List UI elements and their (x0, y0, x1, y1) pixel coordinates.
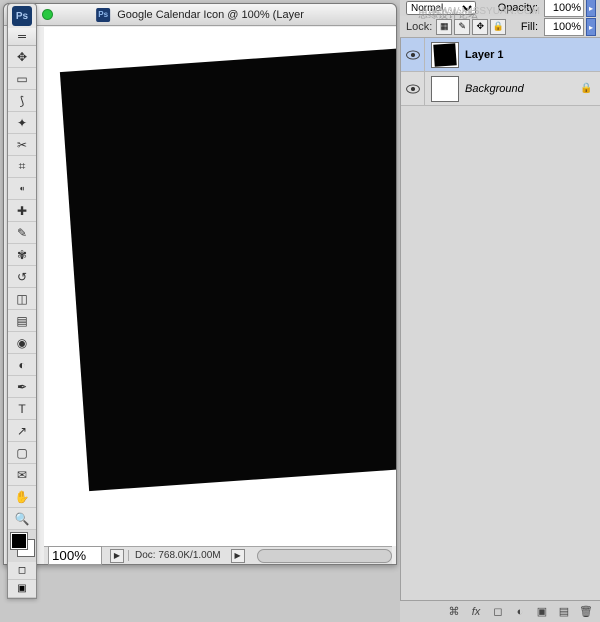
lock-icon: 🔒 (580, 83, 594, 94)
layers-panel: Layer 1 Background 🔒 (400, 38, 600, 610)
new-layer-button[interactable]: ▤ (554, 604, 574, 620)
eye-icon (406, 50, 420, 60)
layer-visibility-toggle[interactable] (401, 38, 425, 71)
delete-layer-button[interactable]: 🗑 (576, 604, 596, 620)
layer-visibility-toggle[interactable] (401, 72, 425, 105)
palette-grip[interactable]: ═ (8, 28, 36, 46)
layer-name-label[interactable]: Background (465, 83, 580, 95)
screen-mode-toggle[interactable]: ▣ (8, 580, 36, 598)
tool-pen[interactable]: ✒ (8, 376, 36, 398)
tool-stamp[interactable]: ✾ (8, 244, 36, 266)
status-flyout-button[interactable]: ▶ (231, 549, 245, 563)
lock-all-button[interactable]: 🔒 (490, 19, 506, 35)
watermark-text-url: WWW.MISSYUAN.COM (431, 6, 540, 17)
document-window: Ps Google Calendar Icon @ 100% (Layer ▶ … (3, 3, 397, 565)
tool-eyedropper[interactable]: ⁌ (8, 178, 36, 200)
lock-label: Lock: (406, 21, 432, 33)
tool-slice[interactable]: ⌗ (8, 156, 36, 178)
layer-mask-button[interactable]: ◻ (488, 604, 508, 620)
doc-size-info: Doc: 768.0K/1.00M (128, 550, 227, 561)
tool-dodge[interactable]: ◐ (8, 354, 36, 376)
tool-marquee[interactable]: ▭ (8, 68, 36, 90)
tool-notes[interactable]: ✉ (8, 464, 36, 486)
canvas-shape-layer1 (60, 43, 396, 491)
canvas[interactable] (44, 27, 396, 546)
layer-thumbnail[interactable] (431, 42, 459, 68)
tool-wand[interactable]: ✦ (8, 112, 36, 134)
layer-group-button[interactable]: ▣ (532, 604, 552, 620)
layers-list: Layer 1 Background 🔒 (401, 38, 600, 106)
adjustment-layer-button[interactable]: ◐ (510, 604, 530, 620)
tool-lasso[interactable]: ⟆ (8, 90, 36, 112)
horizontal-scrollbar[interactable] (257, 549, 392, 563)
status-menu-button[interactable]: ▶ (110, 549, 124, 563)
zoom-button[interactable] (42, 9, 53, 20)
tool-move[interactable]: ✥ (8, 46, 36, 68)
tool-eraser[interactable]: ◫ (8, 288, 36, 310)
opacity-field[interactable] (544, 0, 584, 17)
layers-panel-footer: ⌘ fx ◻ ◐ ▣ ▤ 🗑 (400, 600, 600, 622)
window-titlebar[interactable]: Ps Google Calendar Icon @ 100% (Layer (4, 4, 396, 26)
layer-name-label[interactable]: Layer 1 (465, 49, 600, 61)
tool-healing[interactable]: ✚ (8, 200, 36, 222)
color-swatches[interactable] (8, 530, 36, 562)
layer-row[interactable]: Background 🔒 (401, 72, 600, 106)
workspace: Ps ═ ✥ ▭ ⟆ ✦ ✂ ⌗ ⁌ ✚ ✎ ✾ ↺ ◫ ▤ ◉ ◐ ✒ T ↗… (0, 0, 400, 622)
tool-rectangle[interactable]: ▢ (8, 442, 36, 464)
tool-crop[interactable]: ✂ (8, 134, 36, 156)
tool-zoom[interactable]: 🔍 (8, 508, 36, 530)
layer-thumbnail[interactable] (431, 76, 459, 102)
layer-row[interactable]: Layer 1 (401, 38, 600, 72)
foreground-color-swatch[interactable] (11, 533, 27, 549)
window-title: Ps Google Calendar Icon @ 100% (Layer (96, 8, 304, 22)
tool-blur[interactable]: ◉ (8, 332, 36, 354)
link-layers-button[interactable]: ⌘ (444, 604, 464, 620)
tool-palette: Ps ═ ✥ ▭ ⟆ ✦ ✂ ⌗ ⁌ ✚ ✎ ✾ ↺ ◫ ▤ ◉ ◐ ✒ T ↗… (7, 3, 37, 599)
tool-gradient[interactable]: ▤ (8, 310, 36, 332)
eye-icon (406, 84, 420, 94)
fill-label: Fill: (521, 21, 538, 33)
fill-field[interactable] (544, 18, 584, 36)
tool-history-brush[interactable]: ↺ (8, 266, 36, 288)
tool-type[interactable]: T (8, 398, 36, 420)
quick-mask-toggle[interactable]: ◻ (8, 562, 36, 580)
app-logo: Ps (12, 6, 32, 26)
opacity-flyout-icon[interactable]: ▸ (586, 0, 596, 17)
tool-hand[interactable]: ✋ (8, 486, 36, 508)
tool-brush[interactable]: ✎ (8, 222, 36, 244)
layer-style-button[interactable]: fx (466, 604, 486, 620)
zoom-field[interactable] (48, 546, 102, 565)
fill-flyout-icon[interactable]: ▸ (586, 18, 596, 36)
doc-badge-icon: Ps (96, 8, 110, 22)
status-bar: ▶ Doc: 768.0K/1.00M ▶ (44, 546, 392, 564)
tool-path-select[interactable]: ↗ (8, 420, 36, 442)
